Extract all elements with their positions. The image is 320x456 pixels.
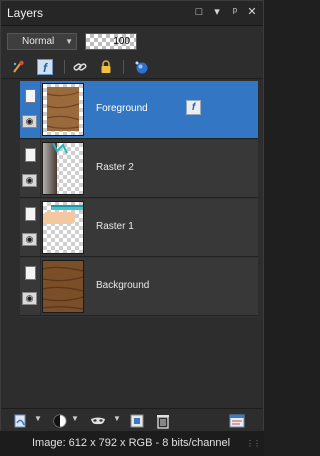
layers-list: ◉ Foreground f ◉ Raster 2 ◉ Raster 1 ◉ B… [20,81,258,317]
chevron-down-icon[interactable]: ▾ [209,4,225,20]
eye-icon[interactable]: ◉ [22,292,37,305]
layer-row-foreground[interactable]: ◉ Foreground f [20,81,258,139]
properties-icon[interactable] [228,413,246,429]
opacity-input[interactable]: 100 [85,33,137,50]
layer-type-icon [25,89,36,103]
layer-row-raster-2[interactable]: ◉ Raster 2 [20,140,258,198]
layer-name: Background [96,280,150,291]
lock-icon[interactable] [98,59,114,75]
layer-row-raster-1[interactable]: ◉ Raster 1 [20,199,258,257]
blend-mode-value: Normal [22,36,55,47]
fx-badge-icon[interactable]: f [186,100,201,115]
layer-type-icon [25,266,36,280]
delete-icon[interactable] [154,413,172,429]
layer-name: Raster 2 [96,162,134,173]
chevron-down-icon[interactable]: ▼ [34,414,42,423]
eye-icon[interactable]: ◉ [22,115,37,128]
brush-icon[interactable] [11,59,27,75]
layers-empty-area [1,317,263,407]
mask-icon[interactable] [133,59,149,75]
panel-titlebar[interactable]: Layers □ ▾ ᵖ ✕ [1,1,263,26]
layer-visibility-column: ◉ [20,258,41,315]
layer-type-icon [25,148,36,162]
link-icon[interactable] [72,59,88,75]
chevron-down-icon[interactable]: ▼ [71,414,79,423]
resize-grip-icon[interactable]: ⋮⋮ [246,439,261,448]
group-icon[interactable] [128,413,146,429]
fx-icon[interactable]: f [37,59,53,75]
eye-icon[interactable]: ◉ [22,233,37,246]
layer-visibility-column: ◉ [20,199,41,256]
toolbar-divider [64,60,65,74]
status-bar: Image: 612 x 792 x RGB - 8 bits/channel … [0,431,264,456]
close-icon[interactable]: ✕ [244,4,260,20]
mask-layer-icon[interactable] [89,413,107,429]
layers-panel: Layers □ ▾ ᵖ ✕ Normal ▼ 100 f ◉ Foregrou… [0,0,264,433]
layer-visibility-column: ◉ [20,140,41,197]
layer-row-background[interactable]: ◉ Background [20,258,258,316]
bottom-toolbar: ▼ ▼ ▼ [1,408,263,433]
layer-type-icon [25,207,36,221]
layer-toolbar: f [1,56,263,79]
chevron-down-icon[interactable]: ▼ [113,414,121,423]
panel-title: Layers [7,6,44,20]
layer-name: Foreground [96,103,148,114]
pin-icon[interactable]: ᵖ [227,4,243,20]
layer-thumbnail [42,260,84,313]
layer-thumbnail [42,201,84,254]
layer-thumbnail [42,142,84,195]
layer-name: Raster 1 [96,221,134,232]
new-layer-icon[interactable] [13,413,31,429]
toolbar-divider [123,60,124,74]
layer-visibility-column: ◉ [20,81,41,138]
eye-icon[interactable]: ◉ [22,174,37,187]
blend-mode-dropdown[interactable]: Normal ▼ [7,33,77,50]
adjustment-layer-icon[interactable] [51,413,69,429]
restore-icon[interactable]: □ [191,4,207,20]
image-info-text: Image: 612 x 792 x RGB - 8 bits/channel [32,437,231,449]
chevron-down-icon: ▼ [65,37,73,46]
blend-row: Normal ▼ 100 [1,26,263,56]
layer-thumbnail [42,83,84,136]
